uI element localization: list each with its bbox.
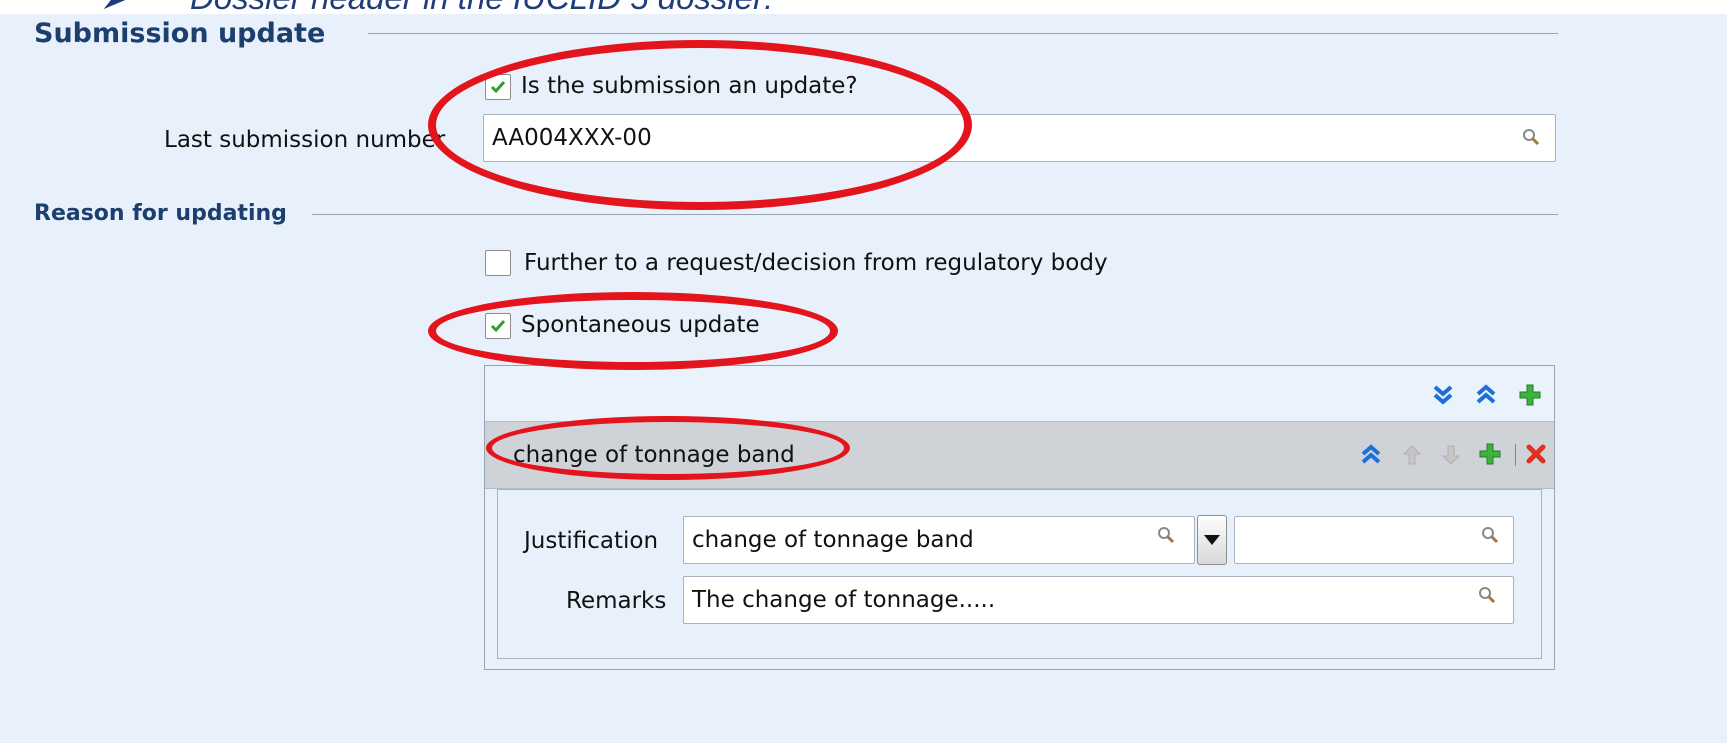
is-update-checkbox[interactable] <box>485 74 511 100</box>
collapse-all-icon[interactable] <box>1475 384 1497 406</box>
dossier-header-panel: Submission update Is the submission an u… <box>0 14 1727 743</box>
delete-icon[interactable] <box>1525 443 1547 465</box>
last-submission-number-label: Last submission number <box>164 127 446 153</box>
expand-all-icon[interactable] <box>1432 384 1454 406</box>
last-submission-number-value: AA004XXX-00 <box>492 125 652 151</box>
further-request-label: Further to a request/decision from regul… <box>524 250 1108 276</box>
justification-dropdown-button[interactable] <box>1197 515 1227 565</box>
reasons-repeatable-block: change of tonnage band Justification cha… <box>484 365 1555 670</box>
checkmark-icon <box>490 320 506 333</box>
section-divider <box>368 33 1558 34</box>
move-down-icon[interactable] <box>1441 444 1461 466</box>
search-icon[interactable] <box>1521 127 1541 147</box>
section-title-reason-for-updating: Reason for updating <box>34 201 287 226</box>
spontaneous-update-label: Spontaneous update <box>521 312 760 338</box>
remarks-field[interactable]: The change of tonnage..... <box>683 576 1514 624</box>
justification-field[interactable]: change of tonnage band <box>683 516 1195 564</box>
is-update-label: Is the submission an update? <box>521 73 858 99</box>
further-request-checkbox[interactable] <box>485 250 511 276</box>
toolbar-separator <box>1515 444 1516 466</box>
add-icon[interactable] <box>1518 383 1542 407</box>
remarks-value: The change of tonnage..... <box>692 587 996 613</box>
reason-item-body: Justification change of tonnage band Rem… <box>497 489 1542 659</box>
move-up-icon[interactable] <box>1402 444 1422 466</box>
block-toolbar <box>485 366 1554 421</box>
section-title-submission-update: Submission update <box>34 18 326 49</box>
justification-other-field[interactable] <box>1234 516 1514 564</box>
last-submission-number-field[interactable]: AA004XXX-00 <box>483 114 1556 162</box>
checkmark-icon <box>490 81 506 94</box>
search-icon[interactable] <box>1480 525 1500 545</box>
search-icon[interactable] <box>1156 525 1176 545</box>
spontaneous-update-checkbox[interactable] <box>485 313 511 339</box>
remarks-label: Remarks <box>566 588 667 614</box>
search-icon[interactable] <box>1477 585 1497 605</box>
justification-label: Justification <box>524 528 659 554</box>
chevron-down-icon <box>1204 535 1220 545</box>
section-divider <box>312 214 1558 215</box>
justification-value: change of tonnage band <box>692 527 974 553</box>
reason-item-header[interactable]: change of tonnage band <box>485 421 1554 489</box>
reason-item-title: change of tonnage band <box>513 442 795 468</box>
collapse-icon[interactable] <box>1360 444 1382 466</box>
add-icon[interactable] <box>1478 442 1502 466</box>
